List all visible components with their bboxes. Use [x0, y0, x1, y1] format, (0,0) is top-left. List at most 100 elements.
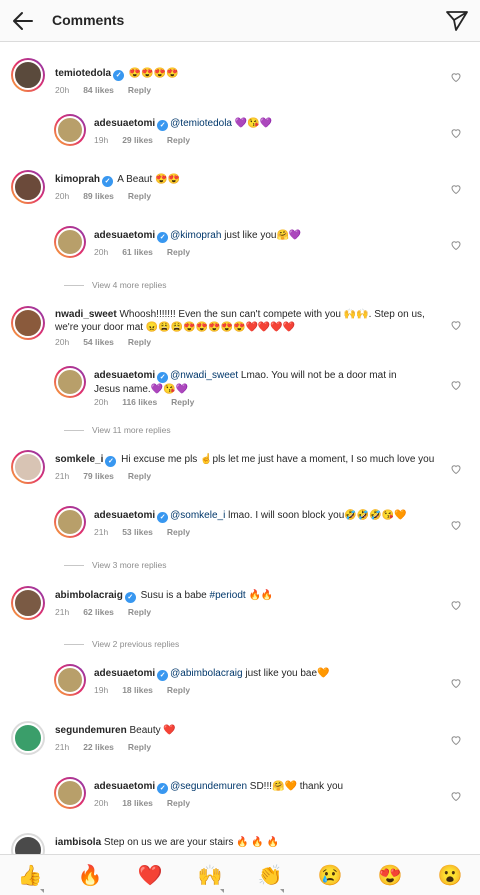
comment-likes[interactable]: 79 likes [83, 471, 114, 481]
avatar[interactable] [54, 114, 86, 146]
comment-text: Susu is a babe [137, 590, 210, 601]
hashtag-link[interactable]: #periodt [210, 590, 246, 601]
comment-likes[interactable]: 29 likes [122, 135, 153, 145]
avatar[interactable] [11, 450, 45, 484]
reply-button[interactable]: Reply [128, 607, 151, 617]
comment-likes[interactable]: 89 likes [83, 191, 114, 201]
avatar[interactable] [54, 664, 86, 696]
reply-button[interactable]: Reply [167, 685, 190, 695]
mention-link[interactable]: @temiotedola [170, 118, 232, 129]
verified-badge-icon: ✓ [157, 120, 169, 131]
avatar[interactable] [54, 226, 86, 258]
avatar[interactable] [11, 586, 45, 620]
comment-likes[interactable]: 53 likes [122, 527, 153, 537]
mention-link[interactable]: @somkele_i [170, 510, 225, 521]
back-arrow-icon[interactable] [10, 8, 36, 34]
comment-text: 🔥🔥 [245, 590, 274, 601]
comment-username[interactable]: adesuaetomi [94, 118, 155, 129]
mention-link[interactable]: @kimoprah [170, 230, 221, 241]
avatar[interactable] [54, 506, 86, 538]
comment-username[interactable]: somkele_i [55, 454, 103, 465]
reply-button[interactable]: Reply [128, 191, 151, 201]
comment-likes[interactable]: 61 likes [122, 247, 153, 257]
comment-username[interactable]: adesuaetomi [94, 230, 155, 241]
heart-icon[interactable] [450, 71, 462, 83]
comment-time: 20h [55, 85, 70, 95]
mention-link[interactable]: @segundemuren [170, 781, 247, 792]
comment-likes[interactable]: 18 likes [122, 685, 153, 695]
view-more-replies[interactable]: View 4 more replies [64, 280, 167, 290]
comment-likes[interactable]: 62 likes [83, 607, 114, 617]
verified-badge-icon: ✓ [102, 176, 114, 187]
comment-likes[interactable]: 84 likes [83, 85, 114, 95]
reply-button[interactable]: Reply [171, 397, 194, 407]
emoji-variant-indicator-icon [220, 889, 224, 893]
verified-badge-icon: ✓ [113, 70, 125, 81]
heart-icon[interactable] [450, 127, 462, 139]
thumbs-up-emoji-button[interactable]: 👍 [16, 863, 44, 889]
send-icon[interactable] [444, 8, 470, 34]
raising-hands-emoji-button[interactable]: 🙌 [196, 863, 224, 889]
surprised-emoji-button[interactable]: 😮 [436, 863, 464, 889]
avatar[interactable] [11, 833, 45, 854]
comment-username[interactable]: segundemuren [55, 725, 127, 736]
heart-icon[interactable] [450, 463, 462, 475]
reply-button[interactable]: Reply [167, 798, 190, 808]
mention-link[interactable]: @abimbolacraig [170, 668, 242, 679]
reply-button[interactable]: Reply [167, 247, 190, 257]
avatar[interactable] [11, 170, 45, 204]
comment-meta: 21h 79 likes Reply [55, 471, 165, 481]
reply-button[interactable]: Reply [128, 85, 151, 95]
avatar[interactable] [11, 306, 45, 340]
heart-emoji-button[interactable]: ❤️ [136, 863, 164, 889]
avatar[interactable] [11, 721, 45, 755]
heart-eyes-emoji-button[interactable]: 😍 [376, 863, 404, 889]
reply-button[interactable]: Reply [167, 527, 190, 537]
heart-icon[interactable] [450, 319, 462, 331]
comment-meta: 20h 84 likes Reply [55, 85, 165, 95]
comment-likes[interactable]: 18 likes [122, 798, 153, 808]
emoji-variant-indicator-icon [280, 889, 284, 893]
view-more-replies[interactable]: View 11 more replies [64, 425, 171, 435]
reply-button[interactable]: Reply [128, 471, 151, 481]
comment-username[interactable]: temiotedola [55, 68, 111, 79]
reply-button[interactable]: Reply [128, 742, 151, 752]
comment-username[interactable]: abimbolacraig [55, 590, 123, 601]
comment-likes[interactable]: 54 likes [83, 337, 114, 347]
comment-time: 20h [94, 247, 109, 257]
comment-likes[interactable]: 22 likes [83, 742, 114, 752]
comment-list[interactable]: temiotedola ✓ 😍😍😍😍 20h 84 likes Reply adesu… [0, 42, 480, 854]
view-more-replies[interactable]: View 3 more replies [64, 560, 167, 570]
crying-emoji-button[interactable]: 😢 [316, 863, 344, 889]
divider [64, 285, 84, 287]
heart-icon[interactable] [450, 379, 462, 391]
comment-likes[interactable]: 116 likes [122, 397, 157, 407]
comment-username[interactable]: iambisola [55, 837, 101, 848]
avatar[interactable] [11, 58, 45, 92]
comment-username[interactable]: adesuaetomi [94, 370, 155, 381]
heart-icon[interactable] [450, 599, 462, 611]
comment-username[interactable]: adesuaetomi [94, 510, 155, 521]
heart-icon[interactable] [450, 183, 462, 195]
comment-text: lmao. I will soon block you🤣🤣🤣😘🧡 [225, 510, 407, 521]
fire-emoji-button[interactable]: 🔥 [76, 863, 104, 889]
page-title: Comments [52, 12, 125, 28]
reply-button[interactable]: Reply [128, 337, 151, 347]
heart-icon[interactable] [450, 734, 462, 746]
heart-icon[interactable] [450, 790, 462, 802]
comment-username[interactable]: nwadi_sweet [55, 309, 117, 320]
comment-username[interactable]: adesuaetomi [94, 668, 155, 679]
comment-username[interactable]: adesuaetomi [94, 781, 155, 792]
comment-username[interactable]: kimoprah [55, 174, 100, 185]
heart-icon[interactable] [450, 239, 462, 251]
reply-button[interactable]: Reply [167, 135, 190, 145]
mention-link[interactable]: @nwadi_sweet [170, 370, 238, 381]
heart-icon[interactable] [450, 519, 462, 531]
avatar[interactable] [54, 777, 86, 809]
view-previous-replies[interactable]: View 2 previous replies [64, 639, 179, 649]
heart-icon[interactable] [450, 677, 462, 689]
avatar[interactable] [54, 366, 86, 398]
clapping-emoji-button[interactable]: 👏 [256, 863, 284, 889]
comment-text: 😍😍😍😍 [126, 68, 179, 79]
comment-meta: 21h 62 likes Reply [55, 607, 165, 617]
